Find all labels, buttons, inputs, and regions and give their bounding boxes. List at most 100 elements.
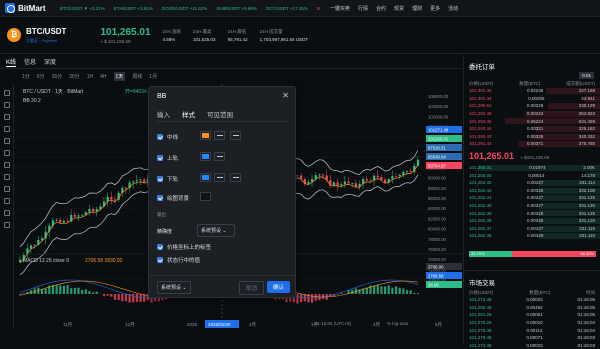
order-row[interactable]: 101,296.610.00226230.129 — [464, 102, 600, 110]
line-style-upper[interactable] — [214, 152, 225, 161]
ticker-item[interactable]: SHIB/USDT +9.96% — [216, 6, 257, 11]
candle-body — [377, 176, 379, 177]
brand-logo[interactable]: BitMart — [0, 3, 58, 13]
nav-item[interactable]: 行情 — [358, 5, 368, 12]
cancel-button[interactable]: 取消 — [239, 281, 264, 295]
order-row[interactable]: 101,293.450.06224631.459 — [464, 117, 600, 125]
candle-body — [340, 184, 342, 185]
checkbox-lower[interactable] — [157, 176, 163, 182]
macd-label: MACD 12 26 close 9 — [23, 258, 69, 264]
macd-bar — [125, 294, 127, 301]
ticker-item[interactable]: BTC/USDT ▼ +3.31% — [60, 6, 105, 11]
timeframe-option[interactable]: 1H — [87, 74, 93, 80]
y-tick-label: 102000.00 — [428, 114, 449, 119]
timeframe-option[interactable]: 4H — [100, 74, 106, 80]
trendline-icon[interactable] — [4, 102, 10, 108]
checkbox-price-label[interactable] — [157, 244, 163, 250]
trash-icon[interactable] — [4, 222, 10, 228]
asks-list: 101,301.450.02235227.168101,301.440.0020… — [464, 87, 600, 148]
order-row[interactable]: 101,293.430.00335340.332 — [464, 133, 600, 141]
precision-select[interactable]: 0.01 — [579, 72, 594, 79]
macd-bar — [88, 291, 90, 294]
timeframe-option[interactable]: 15分 — [52, 73, 63, 80]
price-tag-label: 93794.97 — [428, 164, 447, 169]
ticker-item[interactable]: ETH/USDT +3.81% — [114, 6, 153, 11]
checkbox-status-value[interactable] — [157, 257, 163, 263]
checkbox-upper[interactable] — [157, 155, 163, 161]
eye-icon[interactable] — [4, 210, 10, 216]
chart-tab[interactable]: 深度 — [44, 57, 56, 66]
color-swatch-lower[interactable] — [200, 173, 211, 182]
timeframe-option[interactable]: 周线 — [132, 73, 142, 80]
color-swatch-basis[interactable] — [200, 131, 211, 140]
pattern-icon[interactable] — [4, 150, 10, 156]
ticker-item[interactable]: OCT/USDT +17.15% — [266, 6, 308, 11]
order-row[interactable]: 101,301.450.02235227.168 — [464, 87, 600, 95]
macd-tag-label: 2706.58 — [428, 274, 444, 279]
template-dropdown[interactable]: 系统预设 ⌄ — [157, 281, 191, 294]
lock-icon[interactable] — [4, 198, 10, 204]
crosshair-icon[interactable] — [4, 90, 10, 96]
nav-item[interactable]: 更多 — [430, 5, 440, 12]
line-style-basis[interactable] — [214, 131, 225, 140]
chart-tab[interactable]: K线 — [6, 57, 16, 67]
close-icon[interactable]: ✕ — [282, 91, 289, 100]
zoom-icon[interactable] — [4, 174, 10, 180]
pair-selector[interactable]: BTC/USDT 主要区 · Payment — [26, 27, 66, 44]
ticker-item[interactable]: DOGE/USDT +11.62% — [162, 6, 207, 11]
fib-icon[interactable] — [4, 114, 10, 120]
timeframe-option[interactable]: 30分 — [69, 73, 80, 80]
order-row[interactable]: 101,265.010.019742.00K — [464, 164, 600, 172]
ok-button[interactable]: 确认 — [267, 281, 290, 293]
order-row[interactable]: 101,291.440.00371375.780 — [464, 140, 600, 148]
order-row[interactable]: 101,262.420.00328332.108 — [464, 187, 600, 195]
line-style-lower[interactable] — [214, 173, 225, 182]
style-row-label: 绘图背景 — [167, 194, 189, 202]
order-row[interactable]: 101,293.460.00343364.923 — [464, 110, 600, 118]
order-amount: 0.00371 — [527, 141, 543, 146]
order-row[interactable]: 101,301.440.0020524.941 — [464, 95, 600, 103]
nav-item[interactable]: 合约 — [376, 5, 386, 12]
order-price: 101,262.40 — [469, 203, 492, 208]
axis-mode[interactable]: % log auto — [387, 321, 408, 326]
brush-icon[interactable] — [4, 126, 10, 132]
checkbox-basis[interactable] — [157, 134, 163, 140]
check-status-value-row: 状态行中的值 — [157, 256, 200, 264]
precision-dropdown[interactable]: 系统预设 ⌄ — [197, 224, 235, 237]
timeframe-option[interactable]: 5分 — [37, 73, 45, 80]
magnet-icon[interactable] — [4, 186, 10, 192]
nav-item[interactable]: 一键买卖 — [330, 5, 350, 12]
ticker-item[interactable]: BMX/USDT -1.35% — [317, 6, 320, 11]
text-icon[interactable] — [4, 138, 10, 144]
measure-icon[interactable] — [4, 162, 10, 168]
macd-bar — [56, 285, 58, 294]
precision-value: 系统预设 — [201, 228, 221, 234]
nav-item[interactable]: 活动 — [448, 5, 458, 12]
order-price: 101,293.46 — [469, 111, 492, 116]
plot-style-basis[interactable] — [230, 131, 241, 140]
order-row[interactable]: 101,265.000.0001414.178 — [464, 171, 600, 179]
time-axis-footer: 01:16:06 (UTC+8) % log auto — [15, 320, 425, 329]
order-row[interactable]: 101,262.380.00328331.120 — [464, 217, 600, 225]
color-swatch-background[interactable] — [200, 192, 211, 201]
order-row[interactable]: 101,293.440.00321325.162 — [464, 125, 600, 133]
order-row[interactable]: 101,262.400.00327331.130 — [464, 202, 600, 210]
order-row[interactable]: 101,262.370.00327331.115 — [464, 225, 600, 233]
timeframe-option[interactable]: 1月 — [149, 73, 157, 80]
trade-time: 01:16:06 — [577, 297, 595, 302]
checkbox-background[interactable] — [157, 195, 163, 201]
nav-item[interactable]: 现货 — [394, 5, 404, 12]
order-row[interactable]: 101,262.430.00327331.114 — [464, 179, 600, 187]
color-swatch-upper[interactable] — [200, 152, 211, 161]
mid-price-usd: ≈ $101,236.59 — [521, 155, 550, 160]
nav-item[interactable]: 理财 — [412, 5, 422, 12]
order-amount: 0.00327 — [527, 195, 543, 200]
candle-body — [351, 183, 353, 184]
order-row[interactable]: 101,262.360.00328331.110 — [464, 232, 600, 240]
timeframe-option[interactable]: 1天 — [114, 72, 126, 81]
plot-style-lower[interactable] — [230, 173, 241, 182]
order-row[interactable]: 101,262.410.00327331.126 — [464, 194, 600, 202]
order-row[interactable]: 101,262.390.00328331.125 — [464, 209, 600, 217]
chart-tab[interactable]: 信息 — [24, 57, 36, 66]
timeframe-option[interactable]: 1分 — [22, 73, 30, 80]
